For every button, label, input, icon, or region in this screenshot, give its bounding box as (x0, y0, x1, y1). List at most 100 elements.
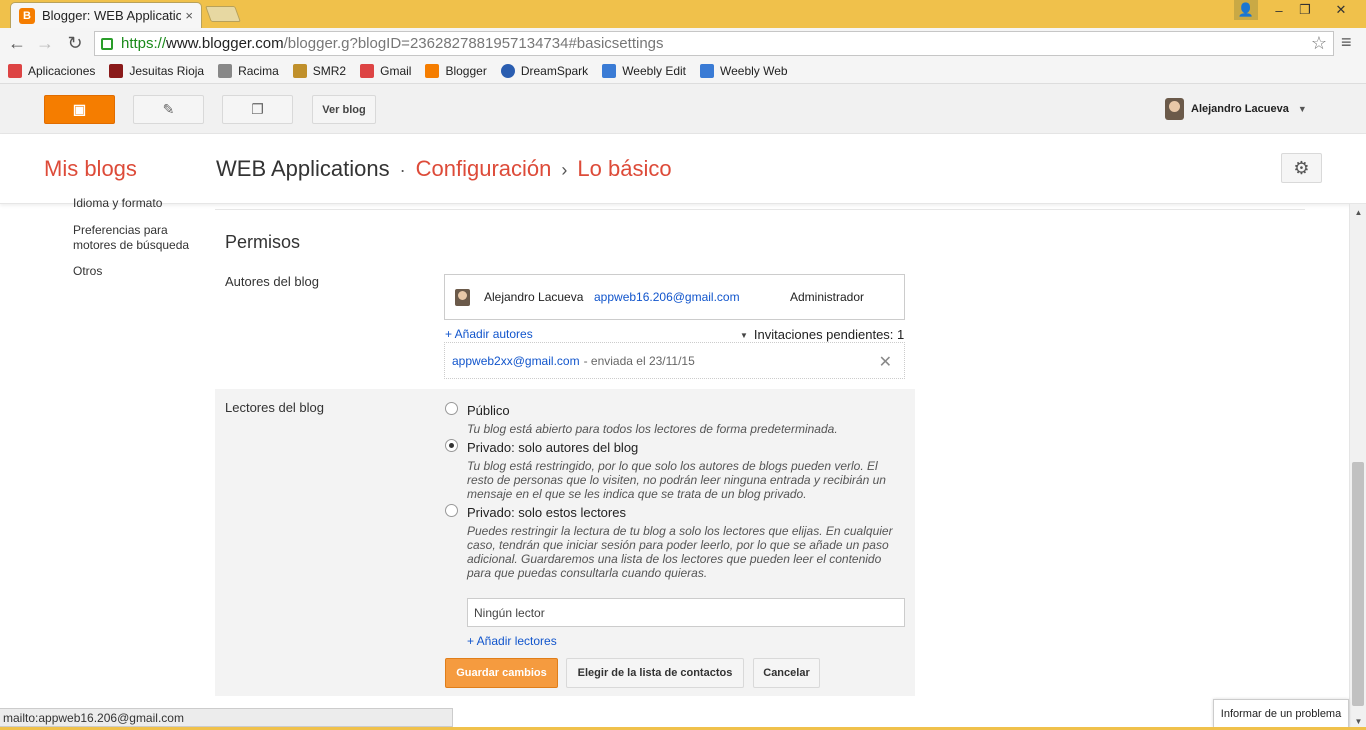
scrollbar-thumb[interactable] (1352, 462, 1364, 706)
option-public-desc: Tu blog está abierto para todos los lect… (467, 422, 838, 436)
forward-icon[interactable]: → (34, 32, 56, 54)
sidebar-item-search-preferences[interactable]: Preferencias para motores de búsqueda (73, 223, 213, 253)
tab-title: Blogger: WEB Application (42, 8, 182, 23)
posts-list-button[interactable]: ❐ (222, 95, 293, 124)
save-button[interactable]: Guardar cambios (445, 658, 558, 688)
bookmark-star-icon[interactable]: ☆ (1311, 33, 1327, 54)
address-bar[interactable]: https://www.blogger.com/blogger.g?blogID… (94, 31, 1334, 56)
bookmark-label: SMR2 (312, 63, 347, 78)
maximize-icon[interactable]: ❐ (1294, 0, 1316, 20)
bookmark-gmail[interactable]: Gmail (360, 63, 412, 78)
settings-sidebar: Idioma y formato Preferencias para motor… (73, 196, 213, 290)
breadcrumb: WEB Applications · Configuración › Lo bá… (216, 156, 672, 182)
app-header: ▣ ✎ ❐ Ver blog Alejandro Lacueva ▼ (0, 84, 1366, 134)
pending-invitations-toggle[interactable]: ▼ Invitaciones pendientes: 1 (740, 327, 904, 342)
option-private-authors-desc: Tu blog está restringido, por lo que sol… (467, 459, 886, 501)
option-private-authors-title: Privado: solo autores del blog (467, 440, 639, 455)
add-authors-link[interactable]: + Añadir autores (445, 327, 533, 341)
authors-label: Autores del blog (225, 274, 319, 289)
weebly-icon (602, 63, 617, 78)
add-readers-link[interactable]: + Añadir lectores (467, 634, 557, 648)
sidebar-item-others[interactable]: Otros (73, 264, 213, 279)
user-name: Alejandro Lacueva (1191, 103, 1289, 115)
browser-titlebar: B Blogger: WEB Application × 👤 – ❐ ✕ (0, 0, 1366, 28)
new-tab-button[interactable] (205, 6, 241, 22)
bookmarks-bar: Aplicaciones Jesuitas Rioja Racima SMR2 … (0, 58, 1366, 84)
blogger-logo-icon: ▣ (72, 101, 87, 117)
blogger-favicon-icon: B (19, 7, 35, 24)
divider (215, 209, 1305, 210)
radio-private-authors[interactable] (445, 439, 458, 452)
bookmark-label: Gmail (380, 63, 412, 78)
blogger-icon (425, 63, 440, 78)
url-scheme: https:// (121, 35, 167, 52)
bookmark-jesuitas-rioja[interactable]: Jesuitas Rioja (109, 63, 204, 78)
gmail-icon (360, 63, 375, 78)
new-post-button[interactable]: ✎ (133, 95, 204, 124)
author-name: Alejandro Lacueva (484, 289, 584, 304)
browser-toolbar: ← → ↻ https://www.blogger.com/blogger.g?… (0, 28, 1366, 58)
user-menu[interactable]: Alejandro Lacueva ▼ (1165, 98, 1307, 120)
chevron-down-icon: ▼ (1297, 104, 1307, 114)
bookmark-label: Blogger (445, 63, 487, 78)
option-private-readers-desc: Puedes restringir la lectura de tu blog … (467, 524, 893, 580)
gear-icon[interactable]: ⚙ (1281, 153, 1322, 183)
bookmark-racima[interactable]: Racima (218, 63, 279, 78)
chrome-menu-icon[interactable]: ≡ (1341, 32, 1352, 53)
permissions-title: Permisos (225, 232, 301, 252)
bookmark-label: Weebly Web (720, 63, 788, 78)
bookmark-aplicaciones[interactable]: Aplicaciones (8, 63, 96, 78)
weebly-icon (700, 63, 714, 78)
back-icon[interactable]: ← (6, 32, 28, 54)
settings-link[interactable]: Configuración (416, 156, 552, 182)
smr2-icon (292, 63, 307, 78)
readers-field[interactable]: Ningún lector (467, 598, 905, 627)
minimize-icon[interactable]: – (1268, 0, 1290, 20)
close-icon[interactable]: ✕ (879, 352, 892, 372)
jesuitas-icon (109, 63, 124, 78)
view-blog-button[interactable]: Ver blog (312, 95, 376, 124)
bookmark-blogger[interactable]: Blogger (425, 63, 487, 78)
close-window-icon[interactable]: ✕ (1318, 0, 1364, 20)
cancel-button[interactable]: Cancelar (753, 658, 820, 688)
page-title: Lo básico (577, 156, 672, 181)
browser-tab[interactable]: B Blogger: WEB Application × (10, 2, 202, 28)
reload-icon[interactable]: ↻ (64, 32, 86, 54)
scrollbar[interactable]: ▲ ▼ (1349, 204, 1366, 730)
bookmark-label: Racima (238, 63, 279, 78)
status-bar: mailto:appweb16.206@gmail.com (0, 708, 453, 727)
my-blogs-link[interactable]: Mis blogs (44, 156, 137, 182)
scroll-up-icon[interactable]: ▲ (1350, 204, 1366, 221)
option-public-title: Público (467, 403, 510, 418)
blogger-home-button[interactable]: ▣ (44, 95, 115, 124)
choose-contacts-button[interactable]: Elegir de la lista de contactos (566, 658, 744, 688)
sidebar-item-language[interactable]: Idioma y formato (73, 196, 162, 210)
avatar (455, 288, 470, 306)
bookmark-weebly-web[interactable]: Weebly Web (700, 63, 788, 78)
breadcrumb-separator: › (561, 160, 568, 180)
profile-icon[interactable]: 👤 (1234, 0, 1258, 20)
chevron-down-icon: ▼ (740, 331, 748, 341)
pending-invite-row: appweb2xx@gmail.com - enviada el 23/11/1… (444, 342, 905, 379)
author-email-link[interactable]: appweb16.206@gmail.com (594, 290, 790, 304)
dreamspark-icon (500, 63, 515, 78)
invite-email-link[interactable]: appweb2xx@gmail.com (452, 354, 580, 368)
radio-private-readers[interactable] (445, 504, 458, 517)
bookmark-label: Weebly Edit (622, 63, 686, 78)
bookmark-weebly-edit[interactable]: Weebly Edit (602, 63, 686, 78)
author-row: Alejandro Lacueva appweb16.206@gmail.com… (444, 274, 905, 320)
tab-close-icon[interactable]: × (185, 8, 193, 23)
page-title-bar: Mis blogs WEB Applications · Configuraci… (0, 134, 1366, 204)
bookmark-dreamspark[interactable]: DreamSpark (500, 63, 589, 78)
invitations-label: Invitaciones pendientes: 1 (753, 327, 905, 342)
bookmark-label: DreamSpark (520, 63, 589, 78)
bookmark-label: Aplicaciones (28, 63, 96, 78)
radio-public[interactable] (445, 402, 458, 415)
invite-status: - enviada el 23/11/15 (583, 353, 695, 368)
option-private-readers-title: Privado: solo estos lectores (467, 505, 626, 520)
url-path: /blogger.g?blogID=2362827881957134734#ba… (283, 35, 664, 52)
report-problem-button[interactable]: Informar de un problema (1213, 699, 1349, 728)
bookmark-smr2[interactable]: SMR2 (292, 63, 347, 78)
apps-grid-icon (8, 63, 22, 78)
avatar (1165, 98, 1184, 120)
